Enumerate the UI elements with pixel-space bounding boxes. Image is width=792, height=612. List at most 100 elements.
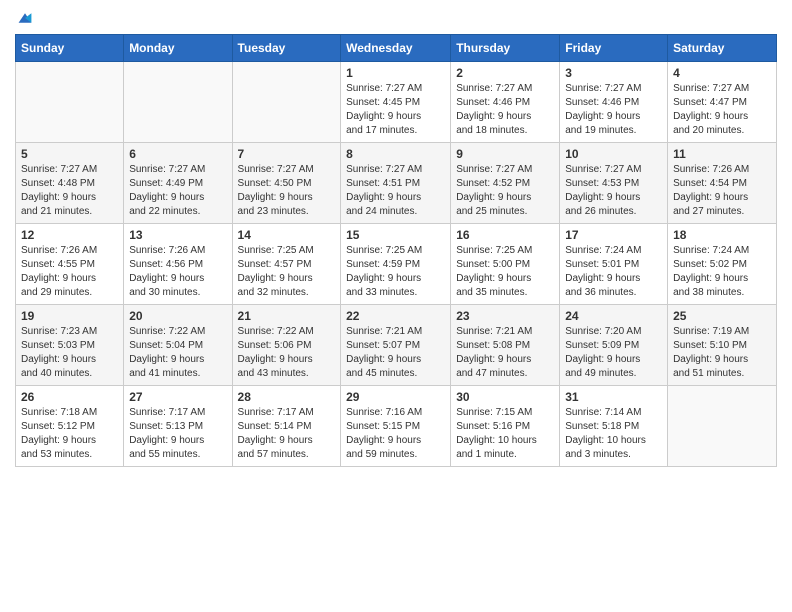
day-number: 9 [456,147,554,161]
header-tuesday: Tuesday [232,35,341,62]
day-number: 30 [456,390,554,404]
day-number: 29 [346,390,445,404]
logo-icon [17,10,33,26]
calendar-cell: 16Sunrise: 7:25 AM Sunset: 5:00 PM Dayli… [451,224,560,305]
calendar-cell: 27 Sunrise: 7:17 AM Sunset: 5:13 PM Dayli… [124,386,232,467]
day-info: Sunrise: 7:20 AM Sunset: 5:09 PM Dayligh… [565,325,662,381]
calendar-cell: 6 Sunrise: 7:27 AM Sunset: 4:49 PM Daylig… [124,143,232,224]
day-info: Sunrise: 7:17 AM Sunset: 5:14 PM Dayligh… [238,406,336,462]
day-info: Sunrise: 7:17 AM Sunset: 5:13 PM Dayligh… [129,406,226,462]
calendar-cell: 22 Sunrise: 7:21 AM Sunset: 5:07 PM Dayli… [341,305,451,386]
header-saturday: Saturday [668,35,777,62]
day-number: 17 [565,228,662,242]
day-number: 31 [565,390,662,404]
day-number: 18 [673,228,771,242]
day-info: Sunrise: 7:27 AM Sunset: 4:51 PM Dayligh… [346,163,445,219]
day-number: 25 [673,309,771,323]
day-info: Sunrise: 7:27 AM Sunset: 4:47 PM Dayligh… [673,82,771,138]
day-number: 19 [21,309,118,323]
page: Sunday Monday Tuesday Wednesday Thursday… [0,0,792,482]
weekday-header-row: Sunday Monday Tuesday Wednesday Thursday… [16,35,777,62]
day-number: 24 [565,309,662,323]
day-info: Sunrise: 7:27 AM Sunset: 4:49 PM Dayligh… [129,163,226,219]
calendar-table: Sunday Monday Tuesday Wednesday Thursday… [15,34,777,467]
day-info: Sunrise: 7:22 AM Sunset: 5:06 PM Dayligh… [238,325,336,381]
day-number: 22 [346,309,445,323]
calendar-cell: 8 Sunrise: 7:27 AM Sunset: 4:51 PM Daylig… [341,143,451,224]
day-info: Sunrise: 7:18 AM Sunset: 5:12 PM Dayligh… [21,406,118,462]
header [15,10,777,26]
calendar-cell: 21 Sunrise: 7:22 AM Sunset: 5:06 PM Dayli… [232,305,341,386]
calendar-cell [16,62,124,143]
day-info: Sunrise: 7:26 AM Sunset: 4:55 PM Dayligh… [21,244,118,300]
calendar-week-row-5: 26 Sunrise: 7:18 AM Sunset: 5:12 PM Dayli… [16,386,777,467]
day-info: Sunrise: 7:27 AM Sunset: 4:46 PM Dayligh… [456,82,554,138]
day-info: Sunrise: 7:19 AM Sunset: 5:10 PM Dayligh… [673,325,771,381]
calendar-cell: 2 Sunrise: 7:27 AM Sunset: 4:46 PM Daylig… [451,62,560,143]
calendar-cell: 20 Sunrise: 7:22 AM Sunset: 5:04 PM Dayli… [124,305,232,386]
day-number: 14 [238,228,336,242]
calendar-cell: 30 Sunrise: 7:15 AM Sunset: 5:16 PM Dayli… [451,386,560,467]
day-number: 21 [238,309,336,323]
day-number: 8 [346,147,445,161]
calendar-cell: 25 Sunrise: 7:19 AM Sunset: 5:10 PM Dayli… [668,305,777,386]
calendar-cell: 1Sunrise: 7:27 AM Sunset: 4:45 PM Daylig… [341,62,451,143]
calendar-cell: 19Sunrise: 7:23 AM Sunset: 5:03 PM Dayli… [16,305,124,386]
calendar-cell: 10 Sunrise: 7:27 AM Sunset: 4:53 PM Dayli… [560,143,668,224]
day-info: Sunrise: 7:27 AM Sunset: 4:48 PM Dayligh… [21,163,118,219]
header-monday: Monday [124,35,232,62]
day-info: Sunrise: 7:26 AM Sunset: 4:56 PM Dayligh… [129,244,226,300]
day-number: 1 [346,66,445,80]
day-info: Sunrise: 7:27 AM Sunset: 4:46 PM Dayligh… [565,82,662,138]
logo [15,10,33,26]
calendar-week-row-3: 12 Sunrise: 7:26 AM Sunset: 4:55 PM Dayli… [16,224,777,305]
calendar-cell: 18 Sunrise: 7:24 AM Sunset: 5:02 PM Dayli… [668,224,777,305]
calendar-cell: 11Sunrise: 7:26 AM Sunset: 4:54 PM Dayli… [668,143,777,224]
day-number: 5 [21,147,118,161]
day-info: Sunrise: 7:21 AM Sunset: 5:08 PM Dayligh… [456,325,554,381]
day-info: Sunrise: 7:26 AM Sunset: 4:54 PM Dayligh… [673,163,771,219]
day-info: Sunrise: 7:22 AM Sunset: 5:04 PM Dayligh… [129,325,226,381]
day-info: Sunrise: 7:27 AM Sunset: 4:52 PM Dayligh… [456,163,554,219]
day-number: 2 [456,66,554,80]
day-number: 27 [129,390,226,404]
calendar-cell: 7 Sunrise: 7:27 AM Sunset: 4:50 PM Daylig… [232,143,341,224]
header-sunday: Sunday [16,35,124,62]
day-info: Sunrise: 7:15 AM Sunset: 5:16 PM Dayligh… [456,406,554,462]
day-number: 15 [346,228,445,242]
calendar-cell: 26 Sunrise: 7:18 AM Sunset: 5:12 PM Dayli… [16,386,124,467]
calendar-cell: 13Sunrise: 7:26 AM Sunset: 4:56 PM Dayli… [124,224,232,305]
day-info: Sunrise: 7:24 AM Sunset: 5:01 PM Dayligh… [565,244,662,300]
day-info: Sunrise: 7:25 AM Sunset: 4:57 PM Dayligh… [238,244,336,300]
calendar-week-row-2: 5 Sunrise: 7:27 AM Sunset: 4:48 PM Daylig… [16,143,777,224]
day-info: Sunrise: 7:25 AM Sunset: 4:59 PM Dayligh… [346,244,445,300]
day-number: 10 [565,147,662,161]
day-info: Sunrise: 7:14 AM Sunset: 5:18 PM Dayligh… [565,406,662,462]
day-number: 23 [456,309,554,323]
header-wednesday: Wednesday [341,35,451,62]
day-number: 16 [456,228,554,242]
day-number: 6 [129,147,226,161]
calendar-week-row-1: 1Sunrise: 7:27 AM Sunset: 4:45 PM Daylig… [16,62,777,143]
day-number: 3 [565,66,662,80]
calendar-cell: 14 Sunrise: 7:25 AM Sunset: 4:57 PM Dayli… [232,224,341,305]
day-info: Sunrise: 7:27 AM Sunset: 4:50 PM Dayligh… [238,163,336,219]
calendar-cell [668,386,777,467]
day-number: 26 [21,390,118,404]
calendar-cell: 23 Sunrise: 7:21 AM Sunset: 5:08 PM Dayli… [451,305,560,386]
day-info: Sunrise: 7:16 AM Sunset: 5:15 PM Dayligh… [346,406,445,462]
day-number: 12 [21,228,118,242]
day-number: 4 [673,66,771,80]
day-info: Sunrise: 7:27 AM Sunset: 4:53 PM Dayligh… [565,163,662,219]
calendar-cell: 15 Sunrise: 7:25 AM Sunset: 4:59 PM Dayli… [341,224,451,305]
header-friday: Friday [560,35,668,62]
calendar-cell [124,62,232,143]
day-info: Sunrise: 7:24 AM Sunset: 5:02 PM Dayligh… [673,244,771,300]
day-number: 20 [129,309,226,323]
day-info: Sunrise: 7:21 AM Sunset: 5:07 PM Dayligh… [346,325,445,381]
header-thursday: Thursday [451,35,560,62]
day-number: 7 [238,147,336,161]
calendar-week-row-4: 19Sunrise: 7:23 AM Sunset: 5:03 PM Dayli… [16,305,777,386]
calendar-cell: 28Sunrise: 7:17 AM Sunset: 5:14 PM Dayli… [232,386,341,467]
calendar-cell: 9 Sunrise: 7:27 AM Sunset: 4:52 PM Daylig… [451,143,560,224]
